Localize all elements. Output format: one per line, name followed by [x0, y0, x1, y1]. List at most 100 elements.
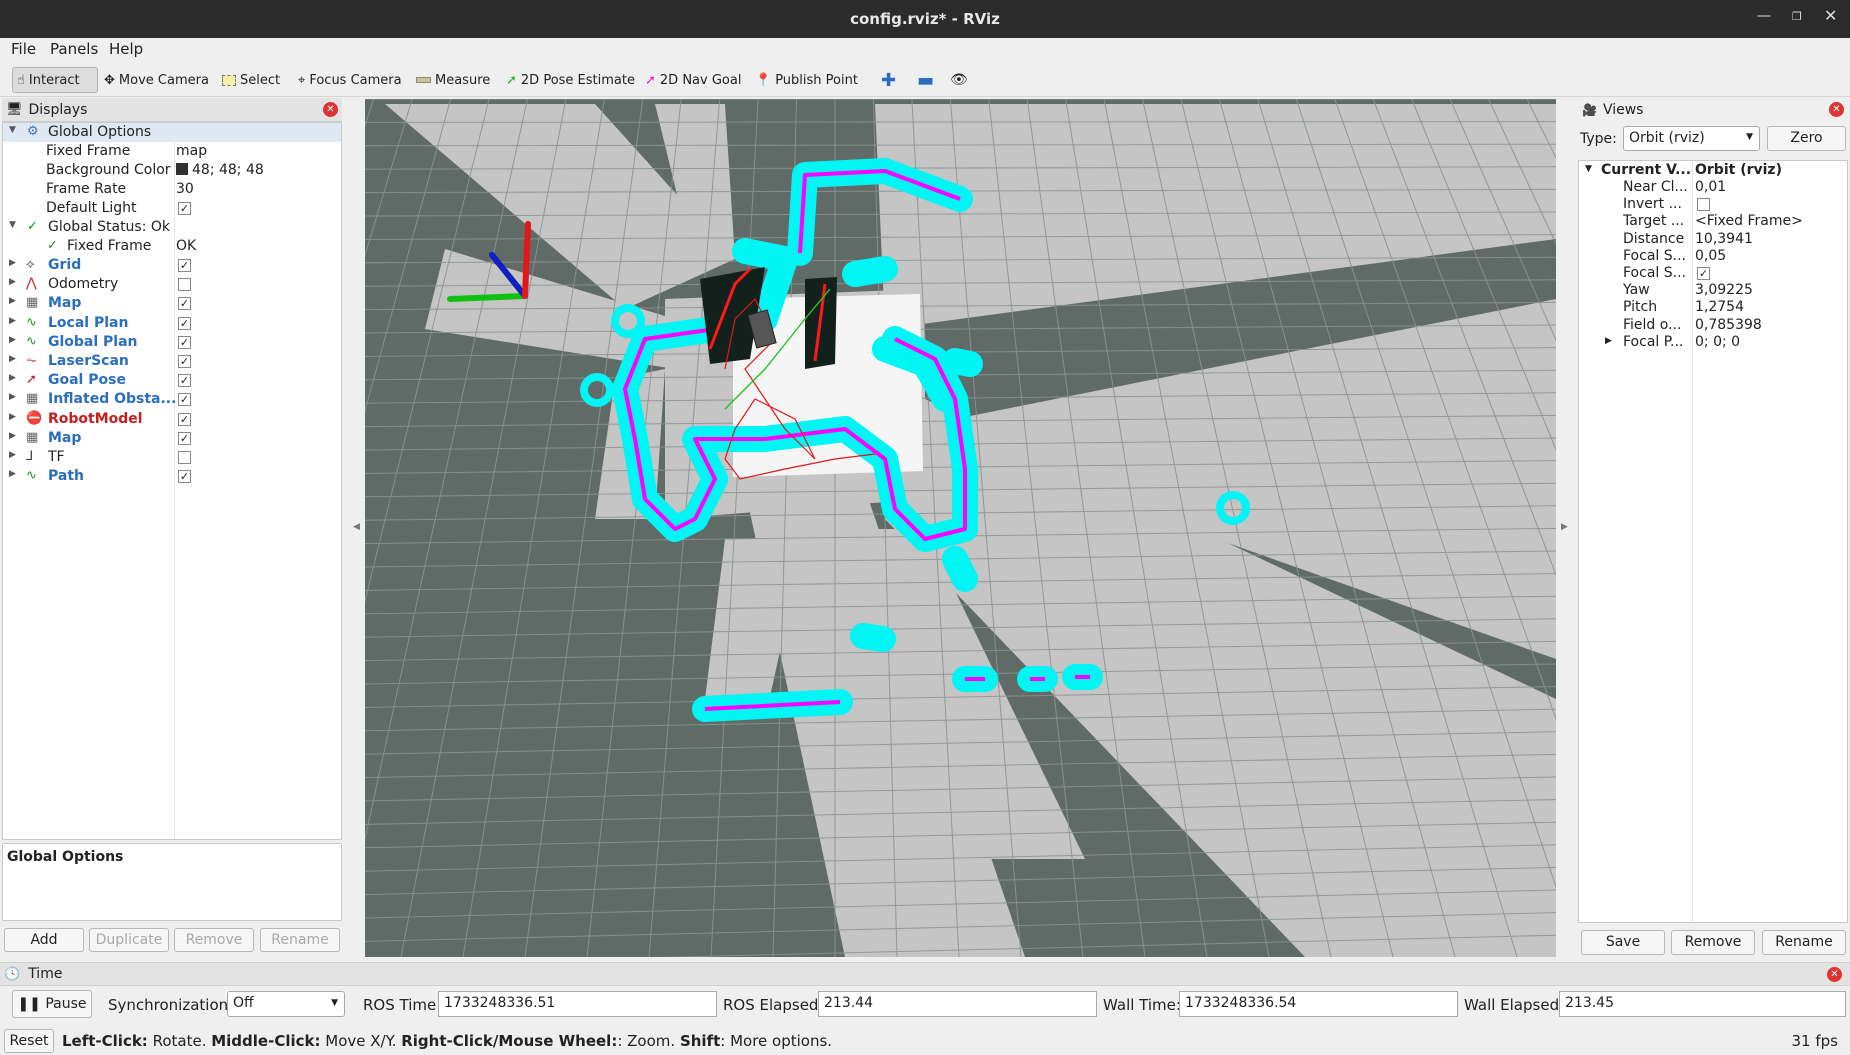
display-checkbox[interactable]: ✓ — [178, 374, 191, 388]
pose-estimate-tool[interactable]: ➚ 2D Pose Estimate — [502, 67, 639, 93]
view-property-row[interactable]: Target ... <Fixed Frame> — [1579, 213, 1847, 230]
zero-button[interactable]: Zero — [1767, 126, 1846, 151]
display-item-grid[interactable]: ▶ ⟡ Grid ✓ — [3, 256, 341, 275]
expand-arrow-icon[interactable]: ▶ — [9, 412, 16, 422]
right-splitter-icon[interactable]: ▶ — [1561, 522, 1568, 532]
render-canvas[interactable] — [365, 99, 1556, 957]
fixed-frame-row[interactable]: Fixed Frame map — [3, 142, 341, 161]
display-item-goal-pose[interactable]: ▶ ➚ Goal Pose ✓ — [3, 371, 341, 390]
display-checkbox[interactable]: ✓ — [178, 316, 191, 330]
display-checkbox[interactable]: ✓ — [178, 412, 191, 426]
remove-tool-icon[interactable]: ▬ — [913, 67, 938, 93]
collapse-arrow-icon[interactable]: ▼ — [1585, 164, 1592, 174]
display-checkbox[interactable]: ✓ — [178, 297, 191, 311]
expand-arrow-icon[interactable]: ▶ — [9, 431, 16, 441]
display-item-map[interactable]: ▶ ▦ Map ✓ — [3, 429, 341, 448]
view-property-row[interactable]: Focal S... ✓ — [1579, 265, 1847, 282]
display-checkbox[interactable]: ✓ — [178, 431, 191, 445]
view-checkbox[interactable] — [1697, 198, 1710, 212]
current-view-row[interactable]: ▼ Current V... Orbit (rviz) — [1579, 162, 1847, 179]
restore-icon[interactable]: ❐ — [1792, 10, 1802, 23]
view-property-row[interactable]: Near Cl... 0,01 — [1579, 179, 1847, 196]
display-checkbox[interactable]: ✓ — [178, 470, 191, 484]
fixed-frame-status-row[interactable]: ✓ Fixed Frame OK — [3, 237, 341, 256]
display-item-laserscan[interactable]: ▶ ⏦ LaserScan ✓ — [3, 352, 341, 371]
rename-button[interactable]: Rename — [260, 928, 340, 952]
expand-arrow-icon[interactable]: ▶ — [9, 373, 16, 383]
eye-icon[interactable]: 👁 — [946, 67, 972, 93]
expand-arrow-icon[interactable]: ▶ — [9, 316, 16, 326]
close-window-icon[interactable]: ✕ — [1824, 6, 1837, 25]
view-property-row[interactable]: Pitch 1,2754 — [1579, 299, 1847, 316]
sync-select[interactable]: Off ▼ — [227, 991, 345, 1017]
display-item-global-plan[interactable]: ▶ ∿ Global Plan ✓ — [3, 333, 341, 352]
view-checkbox[interactable]: ✓ — [1697, 267, 1710, 280]
display-checkbox[interactable] — [178, 278, 191, 292]
pause-button[interactable]: ❚❚ Pause — [12, 990, 92, 1018]
reset-button[interactable]: Reset — [4, 1029, 54, 1053]
expand-arrow-icon[interactable]: ▶ — [9, 392, 16, 402]
display-checkbox[interactable]: ✓ — [178, 259, 191, 272]
menu-file[interactable]: File — [11, 40, 36, 58]
minimize-icon[interactable]: — — [1757, 8, 1771, 24]
move-camera-tool[interactable]: ✥ Move Camera — [100, 67, 213, 93]
expand-arrow-icon[interactable]: ▶ — [9, 335, 16, 345]
frame-rate-row[interactable]: Frame Rate 30 — [3, 180, 341, 199]
expand-arrow-icon[interactable]: ▶ — [9, 258, 16, 268]
wall-time-field[interactable]: 1733248336.54 — [1179, 991, 1458, 1017]
view-property-row[interactable]: Distance 10,3941 — [1579, 231, 1847, 248]
select-tool[interactable]: Select — [218, 67, 284, 93]
expand-arrow-icon[interactable]: ▶ — [9, 469, 16, 479]
duplicate-button[interactable]: Duplicate — [89, 928, 169, 952]
global-options-row[interactable]: ▼ ⚙ Global Options — [3, 123, 341, 142]
focus-camera-tool[interactable]: ⌖ Focus Camera — [294, 67, 406, 93]
fixed-frame-value[interactable]: map — [176, 143, 207, 159]
display-item-map[interactable]: ▶ ▦ Map ✓ — [3, 294, 341, 313]
display-checkbox[interactable]: ✓ — [178, 393, 191, 407]
interact-tool[interactable]: ☝ Interact — [12, 67, 98, 93]
add-tool-icon[interactable]: ✚ — [877, 67, 900, 93]
rename-view-button[interactable]: Rename — [1762, 930, 1846, 955]
color-swatch[interactable] — [176, 163, 188, 175]
measure-tool[interactable]: Measure — [412, 67, 494, 93]
publish-point-tool[interactable]: 📍 Publish Point — [751, 67, 862, 93]
close-time-icon[interactable]: ✕ — [1827, 967, 1842, 982]
expand-arrow-icon[interactable]: ▶ — [9, 354, 16, 364]
close-views-icon[interactable]: ✕ — [1829, 102, 1844, 117]
global-status-row[interactable]: ▼ ✓ Global Status: Ok — [3, 218, 341, 237]
view-property-row[interactable]: Focal S... 0,05 — [1579, 248, 1847, 265]
save-view-button[interactable]: Save — [1581, 930, 1665, 955]
collapse-arrow-icon[interactable]: ▼ — [9, 125, 16, 135]
view-type-select[interactable]: Orbit (rviz) ▼ — [1623, 126, 1760, 151]
expand-arrow-icon[interactable]: ▶ — [9, 277, 16, 287]
default-light-row[interactable]: Default Light ✓ — [3, 199, 341, 218]
display-checkbox[interactable]: ✓ — [178, 335, 191, 349]
display-item-odometry[interactable]: ▶ ⋀ Odometry — [3, 275, 341, 294]
collapse-arrow-icon[interactable]: ▼ — [9, 220, 16, 230]
view-property-row[interactable]: Field o... 0,785398 — [1579, 317, 1847, 334]
display-item-robotmodel[interactable]: ▶ ⛔ RobotModel ✓ — [3, 410, 341, 429]
display-item-path[interactable]: ▶ ∿ Path ✓ — [3, 467, 341, 486]
background-color-row[interactable]: Background Color 48; 48; 48 — [3, 161, 341, 180]
view-property-row[interactable]: Yaw 3,09225 — [1579, 282, 1847, 299]
view-property-row[interactable]: Invert ... — [1579, 196, 1847, 213]
menu-panels[interactable]: Panels — [50, 40, 98, 58]
add-button[interactable]: Add — [4, 928, 84, 952]
display-checkbox[interactable] — [178, 451, 191, 464]
display-item-local-plan[interactable]: ▶ ∿ Local Plan ✓ — [3, 314, 341, 333]
display-item-inflated-obsta[interactable]: ▶ ▦ Inflated Obsta... ✓ — [3, 390, 341, 409]
expand-arrow-icon[interactable]: ▶ — [1605, 336, 1612, 346]
ros-time-field[interactable]: 1733248336.51 — [438, 991, 717, 1017]
close-displays-icon[interactable]: ✕ — [323, 102, 338, 117]
left-splitter-icon[interactable]: ◀ — [353, 522, 360, 532]
remove-view-button[interactable]: Remove — [1671, 930, 1755, 955]
view-property-row[interactable]: ▶ Focal P... 0; 0; 0 — [1579, 334, 1847, 351]
display-item-tf[interactable]: ▶ ⅃ TF — [3, 448, 341, 467]
menu-help[interactable]: Help — [109, 40, 143, 58]
default-light-checkbox[interactable]: ✓ — [178, 202, 191, 215]
display-checkbox[interactable]: ✓ — [178, 355, 191, 368]
wall-elapsed-field[interactable]: 213.45 — [1559, 991, 1846, 1017]
ros-elapsed-field[interactable]: 213.44 — [818, 991, 1097, 1017]
remove-button[interactable]: Remove — [174, 928, 254, 952]
expand-arrow-icon[interactable]: ▶ — [9, 296, 16, 306]
